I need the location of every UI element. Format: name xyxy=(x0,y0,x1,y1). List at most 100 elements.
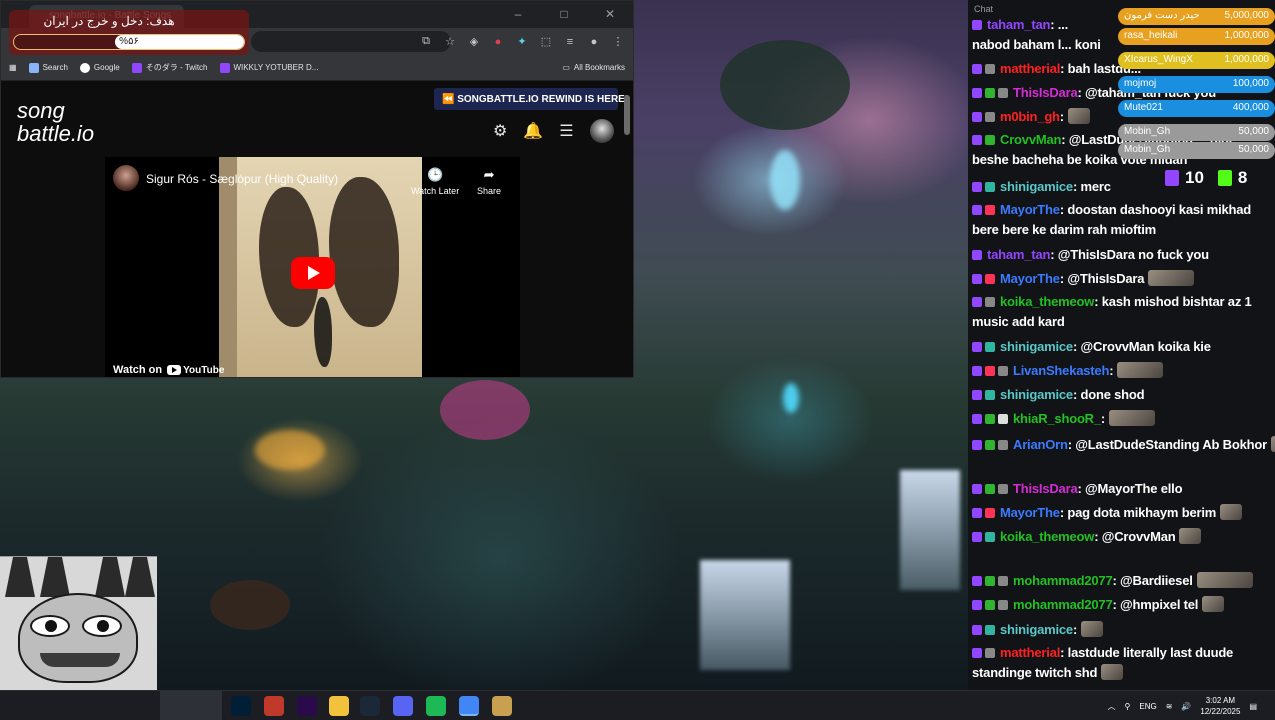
chrome-icon[interactable] xyxy=(459,696,479,716)
chat-username[interactable]: mattherial xyxy=(1000,645,1060,660)
extension-icon[interactable]: ✦ xyxy=(515,35,529,48)
taskbar-search[interactable] xyxy=(160,691,222,720)
chat-username[interactable]: ThisIsDara xyxy=(1013,481,1078,496)
chat-username[interactable]: khiaR_shooR_ xyxy=(1013,411,1101,426)
chat-username[interactable]: ThisIsDara xyxy=(1013,85,1078,100)
explorer-icon[interactable] xyxy=(329,696,349,716)
chat-username[interactable]: shinigamice xyxy=(1000,179,1073,194)
install-icon[interactable]: ⧉ xyxy=(419,35,433,48)
youtube-embed[interactable]: Sigur Rós - Sæglópur (High Quality) 🕒 Wa… xyxy=(105,157,520,377)
bookmark-label: Search xyxy=(42,63,68,72)
page-scrollbar[interactable] xyxy=(624,85,630,375)
hamburger-menu-icon[interactable]: ☰ xyxy=(559,121,573,141)
all-bookmarks[interactable]: ▭ All Bookmarks xyxy=(562,63,625,72)
chat-username[interactable]: ArianOrn xyxy=(1013,437,1068,452)
kick-icon xyxy=(1217,170,1232,186)
chat-username[interactable]: shinigamice xyxy=(1000,387,1073,402)
donor-name: Mobin_Gh xyxy=(1124,144,1171,155)
chat-username[interactable]: koika_themeow xyxy=(1000,294,1094,309)
volume-icon[interactable]: 🔊 xyxy=(1181,702,1191,711)
obs-icon[interactable] xyxy=(264,696,284,716)
chat-username[interactable]: taham_tan xyxy=(987,247,1050,262)
chat-username[interactable]: taham_tan xyxy=(987,17,1050,32)
chat-username[interactable]: MayorThe xyxy=(1000,202,1060,217)
record-extension-icon[interactable]: ● xyxy=(491,36,505,48)
donation-amount: 50,000 xyxy=(1238,144,1269,155)
chat-text: : xyxy=(1059,109,1064,124)
discord-icon[interactable] xyxy=(393,696,413,716)
logo-line-1: song xyxy=(17,98,65,123)
chat-username[interactable]: CrovvMan xyxy=(1000,132,1061,147)
channel-avatar[interactable] xyxy=(113,165,139,191)
chat-emote xyxy=(1196,572,1253,588)
apps-grid-icon[interactable]: ▦ xyxy=(9,63,17,72)
steam-icon[interactable] xyxy=(360,696,380,716)
clock[interactable]: 3:02 AM 12/22/2025 xyxy=(1200,695,1240,717)
bookmark-twitch[interactable]: そのダラ - Twitch xyxy=(131,62,208,73)
wifi-icon[interactable]: ≋ xyxy=(1166,702,1173,711)
artwork-figure xyxy=(314,297,332,367)
chat-text: : @Bardiiesel xyxy=(1112,573,1193,588)
left-eye xyxy=(30,615,70,637)
media-icon[interactable]: ≡ xyxy=(563,36,577,48)
chat-badge-icon xyxy=(972,135,982,145)
video-title[interactable]: Sigur Rós - Sæglópur (High Quality) xyxy=(146,172,338,186)
profile-icon[interactable]: ● xyxy=(587,36,601,48)
network-icon[interactable]: ⚲ xyxy=(1125,702,1131,711)
songbattle-logo[interactable]: song battle.io xyxy=(17,99,94,145)
chat-username[interactable]: MayorThe xyxy=(1000,271,1060,286)
chat-username[interactable]: mohammad2077 xyxy=(1013,597,1113,612)
rewind-banner[interactable]: ⏪ SONGBATTLE.IO REWIND IS HERE! xyxy=(434,88,628,110)
viewer-counters: 10 8 xyxy=(1165,168,1247,188)
donor-name: حیدر دست فرمون xyxy=(1124,10,1200,21)
more-menu-icon[interactable]: ⋮ xyxy=(611,35,625,48)
chat-emote xyxy=(1220,504,1243,520)
donation-entry: XIcarus_WingX 1,000,000 xyxy=(1118,52,1275,69)
bookmark-search[interactable]: Search xyxy=(28,62,68,73)
share-button[interactable]: ➦ Share xyxy=(477,167,501,196)
browser-window: songbattle.io - Battle Songs – □ ✕ ⧉ ☆ ◈… xyxy=(0,0,634,378)
chat-username[interactable]: mohammad2077 xyxy=(1013,573,1113,588)
photoshop-icon[interactable] xyxy=(231,696,251,716)
scrollbar-thumb[interactable] xyxy=(624,95,630,135)
chat-text: : @MayorThe ello xyxy=(1077,481,1183,496)
chat-message: shinigamice: @CrovvMan koika kie xyxy=(972,336,1272,358)
chat-username[interactable]: m0bin_gh xyxy=(1000,109,1060,124)
bell-icon[interactable]: 🔔 xyxy=(523,121,543,141)
chat-username[interactable]: LivanShekasteh xyxy=(1013,363,1109,378)
shield-extension-icon[interactable]: ◈ xyxy=(467,35,481,48)
close-icon[interactable]: ✕ xyxy=(587,1,633,28)
bookmark-google[interactable]: Google xyxy=(79,62,120,73)
extensions-puzzle-icon[interactable]: ⬚ xyxy=(539,35,553,48)
spotify-icon[interactable] xyxy=(426,696,446,716)
bookmark-star-icon[interactable]: ☆ xyxy=(443,35,457,48)
user-avatar[interactable] xyxy=(589,119,614,143)
app-icon[interactable] xyxy=(492,696,512,716)
chat-message: mohammad2077: @Bardiiesel xyxy=(972,570,1272,592)
chat-username[interactable]: mattherial xyxy=(1000,61,1060,76)
chevron-up-icon[interactable]: ︿ xyxy=(1108,701,1116,712)
chat-username[interactable]: koika_themeow xyxy=(1000,529,1094,544)
chat-badge-icon xyxy=(998,366,1008,376)
play-button[interactable] xyxy=(291,257,335,289)
bookmark-wikkly[interactable]: WIKKLY YOTUBER D... xyxy=(219,62,318,73)
share-icon: ➦ xyxy=(483,167,495,182)
minimize-icon[interactable]: – xyxy=(495,1,541,28)
premiere-icon[interactable] xyxy=(297,696,317,716)
watch-on-youtube[interactable]: Watch on YouTube xyxy=(113,364,224,376)
donor-name: Mute021 xyxy=(1124,102,1163,113)
notification-icon[interactable]: ▤ xyxy=(1249,702,1257,711)
taskbar: ︿ ⚲ ENG ≋ 🔊 3:02 AM 12/22/2025 ▤ xyxy=(0,690,1275,720)
chat-badge-icon xyxy=(972,64,982,74)
watch-later-button[interactable]: 🕒 Watch Later xyxy=(411,167,459,196)
maximize-icon[interactable]: □ xyxy=(541,1,587,28)
chat-username[interactable]: shinigamice xyxy=(1000,339,1073,354)
chat-username[interactable]: shinigamice xyxy=(1000,622,1073,637)
chat-badge-icon xyxy=(972,205,982,215)
gear-icon[interactable]: ⚙ xyxy=(493,121,507,141)
chat-username[interactable]: MayorThe xyxy=(1000,505,1060,520)
language-indicator[interactable]: ENG xyxy=(1139,702,1156,711)
wallpaper-glow xyxy=(770,150,800,210)
system-tray: ︿ ⚲ ENG ≋ 🔊 3:02 AM 12/22/2025 ▤ xyxy=(1108,691,1257,720)
chat-message: koika_themeow: @CrovvMan xyxy=(972,526,1272,548)
